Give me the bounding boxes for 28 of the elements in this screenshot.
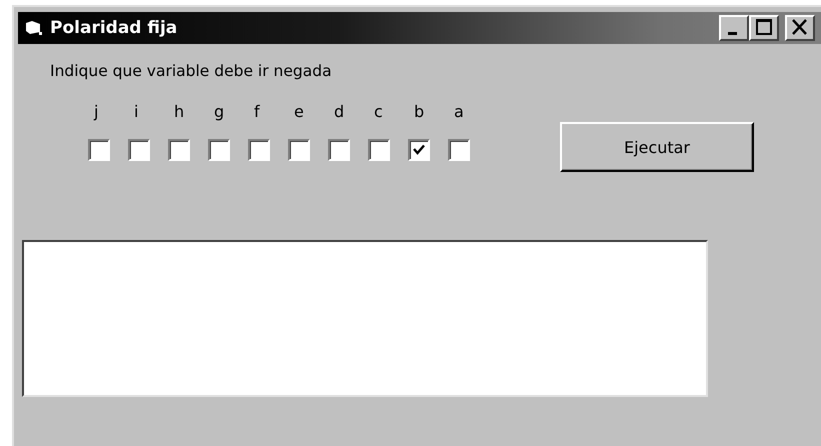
checkbox[interactable] (88, 139, 110, 161)
variable-label: j (94, 102, 98, 121)
checkbox[interactable] (408, 139, 430, 161)
checkbox[interactable] (448, 139, 470, 161)
variable-label: i (134, 102, 138, 121)
instruction-label: Indique que variable debe ir negada (50, 62, 333, 80)
variable-label: d (334, 102, 344, 121)
variable-label: a (454, 102, 464, 121)
app-icon (24, 20, 44, 36)
variable-label: h (174, 102, 184, 121)
variable-label: c (374, 102, 383, 121)
checkbox[interactable] (248, 139, 270, 161)
run-button[interactable]: Ejecutar (560, 122, 754, 172)
checkbox[interactable] (168, 139, 190, 161)
checkbox[interactable] (368, 139, 390, 161)
maximize-icon[interactable] (749, 15, 779, 41)
checkbox[interactable] (288, 139, 310, 161)
checkbox[interactable] (128, 139, 150, 161)
checkbox[interactable] (208, 139, 230, 161)
close-icon[interactable] (785, 15, 815, 41)
variable-label: f (254, 102, 260, 121)
window-title: Polaridad fija (50, 18, 178, 38)
variable-label: g (214, 102, 224, 121)
variable-label: b (414, 102, 424, 121)
variable-label: e (294, 102, 304, 121)
minimize-icon[interactable] (719, 15, 749, 41)
check-icon (413, 144, 425, 156)
checkbox[interactable] (328, 139, 350, 161)
